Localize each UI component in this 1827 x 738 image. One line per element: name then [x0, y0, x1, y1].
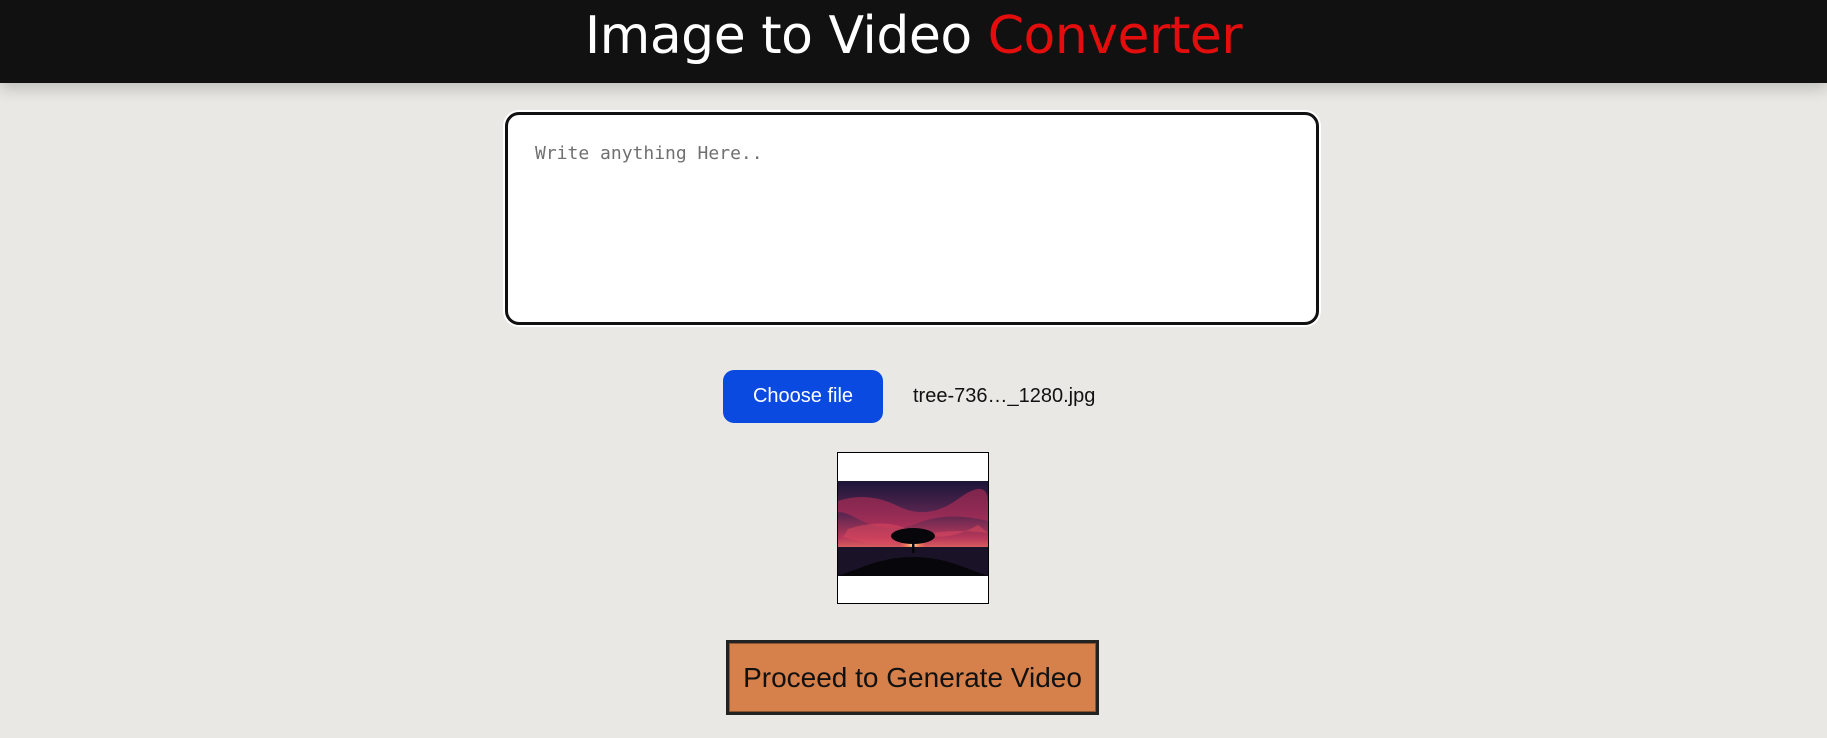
image-preview — [837, 452, 989, 604]
app-header: Image to Video Converter — [0, 0, 1827, 83]
title-accent: Converter — [987, 6, 1243, 66]
text-input-container — [505, 112, 1319, 325]
choose-file-button[interactable]: Choose file — [723, 370, 883, 423]
page-title: Image to Video Converter — [0, 0, 1827, 67]
text-input[interactable] — [508, 115, 1316, 322]
preview-image — [838, 481, 988, 576]
proceed-generate-video-button[interactable]: Proceed to Generate Video — [726, 640, 1099, 715]
file-picker: Choose file tree-736…_1280.jpg — [723, 370, 1095, 423]
title-main: Image to Video — [584, 6, 988, 66]
selected-file-name: tree-736…_1280.jpg — [913, 385, 1096, 407]
